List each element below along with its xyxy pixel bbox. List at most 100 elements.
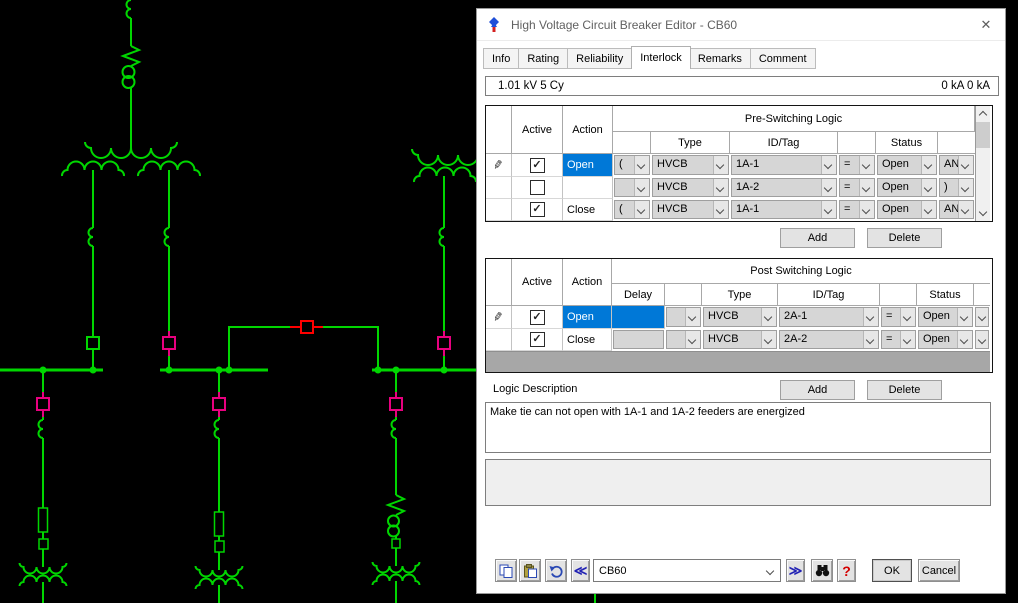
chevron-down-icon[interactable]	[859, 179, 874, 196]
scroll-down-icon[interactable]	[976, 206, 990, 221]
active-checkbox[interactable]: ✓	[530, 332, 545, 347]
chevron-down-icon[interactable]	[958, 156, 973, 174]
status-dropdown[interactable]: Open	[877, 155, 937, 175]
active-checkbox[interactable]: ✓	[530, 158, 545, 173]
prev-element-button[interactable]: ≪	[571, 559, 590, 582]
idtag-dropdown[interactable]: 2A-1	[779, 307, 879, 327]
operator-dropdown[interactable]: =	[839, 200, 875, 219]
chevron-down-icon[interactable]	[900, 308, 915, 326]
tab-reliability[interactable]: Reliability	[568, 48, 632, 69]
tab-comment[interactable]: Comment	[751, 48, 816, 69]
chevron-down-icon[interactable]	[764, 560, 780, 581]
logic-dropdown[interactable]	[975, 330, 989, 349]
post-delete-button[interactable]: Delete	[867, 380, 942, 400]
close-icon[interactable]: ✕	[973, 12, 999, 38]
chevron-down-icon[interactable]	[921, 156, 936, 174]
breaker-feeder-a-open[interactable]	[37, 392, 49, 417]
chevron-down-icon[interactable]	[821, 201, 836, 218]
paren-dropdown[interactable]	[666, 330, 701, 349]
chevron-down-icon[interactable]	[634, 201, 649, 218]
chevron-down-icon[interactable]	[863, 331, 878, 348]
device-select-combobox[interactable]: CB60	[593, 559, 781, 582]
type-dropdown[interactable]: HVCB	[703, 330, 777, 349]
chevron-down-icon[interactable]	[958, 179, 973, 196]
action-cell[interactable]: Open	[563, 154, 613, 177]
logic-dropdown[interactable]	[975, 307, 989, 327]
chevron-down-icon[interactable]	[634, 179, 649, 196]
action-cell[interactable]: Close	[563, 329, 612, 351]
chevron-down-icon[interactable]	[859, 156, 874, 174]
logic-dropdown[interactable]: AND	[939, 155, 974, 175]
undo-button[interactable]	[545, 559, 567, 582]
chevron-down-icon[interactable]	[957, 331, 972, 348]
breaker-feeder-c-open[interactable]	[390, 392, 402, 417]
copy-button[interactable]	[495, 559, 517, 582]
chevron-down-icon[interactable]	[685, 308, 700, 326]
idtag-dropdown[interactable]: 1A-1	[731, 155, 837, 175]
table-scrollbar[interactable]	[975, 106, 990, 221]
chevron-down-icon[interactable]	[713, 201, 728, 218]
status-dropdown[interactable]: Open	[918, 330, 973, 349]
logic-dropdown[interactable]: )	[939, 178, 974, 197]
tab-rating[interactable]: Rating	[519, 48, 568, 69]
breaker-tie-cb60-open[interactable]	[290, 321, 323, 333]
breaker-main-left-closed[interactable]	[87, 337, 99, 349]
chevron-down-icon[interactable]	[761, 308, 776, 326]
chevron-down-icon[interactable]	[863, 308, 878, 326]
action-cell[interactable]	[563, 177, 613, 199]
tab-interlock[interactable]: Interlock	[631, 46, 691, 69]
paren-dropdown[interactable]: (	[614, 200, 650, 219]
logic-dropdown[interactable]: AND	[939, 200, 974, 219]
status-dropdown[interactable]: Open	[918, 307, 973, 327]
ok-button[interactable]: OK	[872, 559, 912, 582]
next-element-button[interactable]: ≫	[786, 559, 805, 582]
post-add-button[interactable]: Add	[780, 380, 855, 400]
active-checkbox[interactable]	[530, 180, 545, 195]
delay-cell[interactable]	[613, 330, 664, 349]
row-selector[interactable]	[486, 199, 512, 221]
breaker-feeder-b-open[interactable]	[213, 392, 225, 417]
chevron-down-icon[interactable]	[713, 156, 728, 174]
type-dropdown[interactable]: HVCB	[652, 155, 729, 175]
chevron-down-icon[interactable]	[900, 331, 915, 348]
row-selector[interactable]: ✎	[486, 154, 512, 177]
operator-dropdown[interactable]: =	[839, 178, 875, 197]
paren-dropdown[interactable]: (	[614, 155, 650, 175]
type-dropdown[interactable]: HVCB	[652, 178, 729, 197]
row-selector[interactable]	[486, 177, 512, 199]
row-selector[interactable]: ✎	[486, 306, 512, 329]
chevron-down-icon[interactable]	[976, 308, 988, 326]
chevron-down-icon[interactable]	[958, 201, 973, 218]
operator-dropdown[interactable]: =	[839, 155, 875, 175]
chevron-down-icon[interactable]	[859, 201, 874, 218]
action-cell[interactable]: Open	[563, 306, 612, 329]
chevron-down-icon[interactable]	[921, 179, 936, 196]
breaker-right-main-open[interactable]	[438, 331, 450, 356]
type-dropdown[interactable]: HVCB	[703, 307, 777, 327]
operator-dropdown[interactable]: =	[881, 307, 916, 327]
pre-add-button[interactable]: Add	[780, 228, 855, 248]
tab-remarks[interactable]: Remarks	[690, 48, 751, 69]
tab-info[interactable]: Info	[483, 48, 519, 69]
row-selector[interactable]	[486, 329, 512, 351]
scrollbar-thumb[interactable]	[976, 122, 990, 148]
paren-dropdown[interactable]	[666, 307, 701, 327]
type-dropdown[interactable]: HVCB	[652, 200, 729, 219]
idtag-dropdown[interactable]: 1A-1	[731, 200, 837, 219]
chevron-down-icon[interactable]	[976, 331, 988, 348]
operator-dropdown[interactable]: =	[881, 330, 916, 349]
chevron-down-icon[interactable]	[634, 156, 649, 174]
chevron-down-icon[interactable]	[821, 156, 836, 174]
scroll-up-icon[interactable]	[976, 106, 990, 121]
cancel-button[interactable]: Cancel	[918, 559, 960, 582]
delay-cell[interactable]	[612, 306, 665, 329]
find-button[interactable]	[811, 559, 833, 582]
active-checkbox[interactable]: ✓	[530, 310, 545, 325]
chevron-down-icon[interactable]	[921, 201, 936, 218]
chevron-down-icon[interactable]	[761, 331, 776, 348]
chevron-down-icon[interactable]	[821, 179, 836, 196]
pre-delete-button[interactable]: Delete	[867, 228, 942, 248]
paren-dropdown[interactable]	[614, 178, 650, 197]
help-button[interactable]: ?	[837, 559, 856, 582]
action-cell[interactable]: Close	[563, 199, 613, 221]
